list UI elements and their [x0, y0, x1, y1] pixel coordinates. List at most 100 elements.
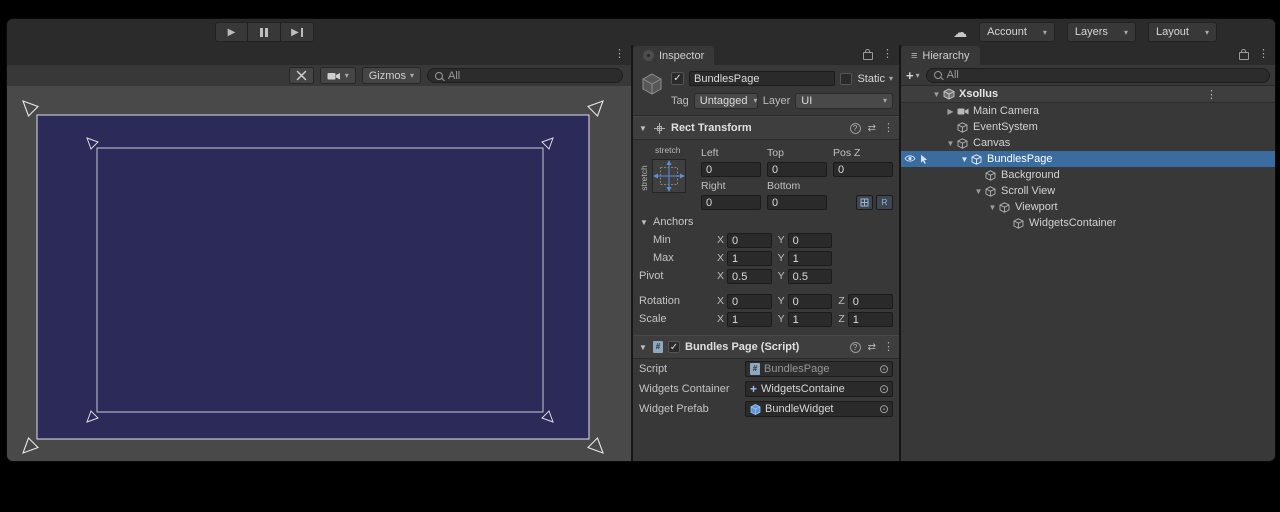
- bottom-field[interactable]: 0: [767, 195, 827, 210]
- foldout-icon[interactable]: ▼: [945, 139, 956, 148]
- rotation-z-field[interactable]: 0: [848, 294, 893, 309]
- foldout-icon[interactable]: ▶: [945, 107, 956, 116]
- tab-inspector[interactable]: Inspector: [633, 46, 714, 65]
- play-button[interactable]: ▶: [215, 22, 248, 42]
- object-picker-icon[interactable]: ⊙: [879, 383, 889, 395]
- min-x-field[interactable]: 0: [727, 233, 772, 248]
- gameobject-name-field[interactable]: BundlesPage: [689, 71, 835, 86]
- static-checkbox[interactable]: [840, 73, 852, 85]
- hierarchy-toolbar: + ▾ All: [901, 65, 1275, 86]
- scale-label: Scale: [639, 313, 713, 325]
- help-icon[interactable]: ?: [850, 123, 861, 134]
- x-label: X: [717, 313, 724, 325]
- foldout-icon[interactable]: ▼: [638, 343, 648, 352]
- rotation-label: Rotation: [639, 295, 713, 307]
- pivot-y-field[interactable]: 0.5: [788, 269, 833, 284]
- widget-prefab-value: BundleWidget: [765, 403, 875, 415]
- gameobject-icon: [956, 137, 969, 149]
- hierarchy-item-scroll-view[interactable]: ▼ Scroll View: [901, 183, 1275, 199]
- anchors-foldout-row[interactable]: ▼ Anchors: [633, 213, 899, 231]
- account-dropdown[interactable]: Account ▾: [979, 22, 1055, 42]
- foldout-icon[interactable]: ▼: [959, 155, 970, 164]
- max-x-field[interactable]: 1: [727, 251, 772, 266]
- hierarchy-item-viewport[interactable]: ▼ Viewport: [901, 199, 1275, 215]
- help-icon[interactable]: ?: [850, 342, 861, 353]
- hierarchy-item-main-camera[interactable]: ▶ Main Camera: [901, 103, 1275, 119]
- left-field[interactable]: 0: [701, 162, 761, 177]
- scene-options-menu-icon[interactable]: ⋮: [1206, 88, 1217, 101]
- search-icon: [435, 72, 443, 80]
- rect-transform-header[interactable]: ▼ Rect Transform ? ⇄ ⋮: [633, 116, 899, 140]
- script-object-field[interactable]: # BundlesPage ⊙: [745, 361, 893, 377]
- object-picker-icon[interactable]: ⊙: [879, 363, 889, 375]
- hierarchy-menu-icon[interactable]: ⋮: [1258, 49, 1269, 60]
- anchor-preset-button[interactable]: [652, 159, 686, 193]
- scale-x-field[interactable]: 1: [727, 312, 772, 327]
- visibility-eye-icon[interactable]: [904, 154, 916, 166]
- pivot-x-field[interactable]: 0.5: [727, 269, 772, 284]
- hierarchy-item-background[interactable]: Background: [901, 167, 1275, 183]
- hierarchy-item-scene[interactable]: ▼ Xsollus ⋮: [901, 86, 1275, 103]
- object-picker-icon[interactable]: ⊙: [879, 403, 889, 415]
- posz-field[interactable]: 0: [833, 162, 893, 177]
- foldout-icon[interactable]: ▼: [987, 203, 998, 212]
- tag-label: Tag: [671, 95, 689, 107]
- layer-dropdown[interactable]: UI ▾: [795, 93, 893, 109]
- right-field[interactable]: 0: [701, 195, 761, 210]
- hierarchy-item-bundlespage[interactable]: ▼ BundlesPage: [901, 151, 1275, 167]
- scale-y-field[interactable]: 1: [788, 312, 833, 327]
- active-checkbox[interactable]: ✓: [671, 72, 684, 85]
- foldout-icon[interactable]: ▼: [973, 187, 984, 196]
- hierarchy-search-input[interactable]: All: [926, 68, 1270, 83]
- presets-icon[interactable]: ⇄: [868, 342, 876, 353]
- inspector-menu-icon[interactable]: ⋮: [882, 49, 893, 60]
- scene-canvas[interactable]: [7, 86, 631, 461]
- max-y-field[interactable]: 1: [788, 251, 833, 266]
- static-dropdown[interactable]: Static ▾: [857, 73, 893, 85]
- scene-menu-icon[interactable]: ⋮: [614, 49, 625, 60]
- component-menu-icon[interactable]: ⋮: [883, 123, 894, 134]
- step-button[interactable]: ▶: [281, 22, 314, 42]
- gizmos-dropdown[interactable]: Gizmos ▾: [362, 67, 421, 84]
- pivot-label: Pivot: [639, 270, 713, 282]
- scene-camera-dropdown[interactable]: ▾: [320, 67, 356, 84]
- hierarchy-item-canvas[interactable]: ▼ Canvas: [901, 135, 1275, 151]
- scale-z-field[interactable]: 1: [848, 312, 893, 327]
- component-menu-icon[interactable]: ⋮: [883, 342, 894, 353]
- presets-icon[interactable]: ⇄: [868, 123, 876, 134]
- widget-prefab-object-field[interactable]: BundleWidget ⊙: [745, 401, 893, 417]
- camera-icon: [956, 105, 969, 117]
- rotation-y-field[interactable]: 0: [788, 294, 833, 309]
- layers-dropdown[interactable]: Layers ▾: [1067, 22, 1136, 42]
- layout-dropdown[interactable]: Layout ▾: [1148, 22, 1217, 42]
- top-field[interactable]: 0: [767, 162, 827, 177]
- tools-button[interactable]: [289, 67, 314, 84]
- pause-button[interactable]: [248, 22, 281, 42]
- lock-icon[interactable]: [1239, 52, 1249, 60]
- widgets-container-object-field[interactable]: + WidgetsContaine ⊙: [745, 381, 893, 397]
- pickability-icon[interactable]: [919, 154, 929, 167]
- chevron-down-icon: ▾: [1205, 28, 1209, 37]
- min-y-field[interactable]: 0: [788, 233, 833, 248]
- hierarchy-search-value: All: [947, 69, 959, 81]
- foldout-icon[interactable]: ▼: [931, 90, 942, 99]
- blueprint-mode-button[interactable]: [856, 195, 873, 210]
- raw-edit-mode-button[interactable]: R: [876, 195, 893, 210]
- lock-icon[interactable]: [863, 52, 873, 60]
- hierarchy-item-widgetscontainer[interactable]: WidgetsContainer: [901, 215, 1275, 231]
- scene-search-input[interactable]: All: [427, 68, 623, 83]
- component-enabled-checkbox[interactable]: ✓: [668, 341, 680, 353]
- cloud-icon[interactable]: ☁: [953, 22, 967, 42]
- tab-hierarchy[interactable]: ≡ Hierarchy: [901, 46, 980, 65]
- bundles-page-script-header[interactable]: ▼ # ✓ Bundles Page (Script) ? ⇄ ⋮: [633, 335, 899, 359]
- create-object-button[interactable]: + ▾: [906, 68, 920, 83]
- rotation-x-field[interactable]: 0: [727, 294, 772, 309]
- foldout-icon[interactable]: ▼: [638, 124, 648, 133]
- script-icon: #: [653, 341, 663, 353]
- tag-dropdown[interactable]: Untagged ▾: [694, 93, 758, 109]
- inspector-body: ✓ BundlesPage Static ▾ Tag Untagged ▾: [633, 65, 899, 419]
- hierarchy-item-eventsystem[interactable]: EventSystem: [901, 119, 1275, 135]
- widgets-container-value: WidgetsContaine: [761, 383, 875, 395]
- foldout-icon[interactable]: ▼: [639, 218, 649, 227]
- z-label: Z: [838, 313, 844, 325]
